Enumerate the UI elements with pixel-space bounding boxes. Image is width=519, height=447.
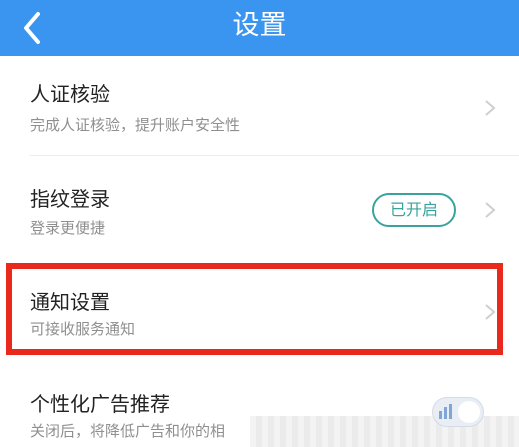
toggle-knob bbox=[458, 401, 480, 423]
row-title: 指纹登录 bbox=[30, 187, 110, 211]
page-title: 设置 bbox=[232, 10, 287, 41]
ads-toggle[interactable] bbox=[432, 397, 484, 427]
highlight-box bbox=[6, 263, 503, 355]
bars-icon bbox=[439, 404, 452, 419]
chevron-right-icon bbox=[485, 100, 496, 116]
chevron-right-icon bbox=[485, 202, 496, 218]
row-title: 人证核验 bbox=[30, 82, 110, 106]
row-title: 个性化广告推荐 bbox=[30, 392, 170, 416]
top-bar: 设置 bbox=[0, 0, 519, 56]
row-subtitle: 完成人证核验，提升账户安全性 bbox=[30, 116, 241, 134]
status-badge[interactable]: 已开启 bbox=[372, 193, 456, 227]
list-item-identity-verification[interactable]: 人证核验 完成人证核验，提升账户安全性 bbox=[0, 56, 519, 156]
divider bbox=[30, 155, 519, 156]
row-subtitle: 登录更便捷 bbox=[30, 219, 106, 237]
row-subtitle: 关闭后，将降低广告和你的相 bbox=[30, 422, 226, 440]
